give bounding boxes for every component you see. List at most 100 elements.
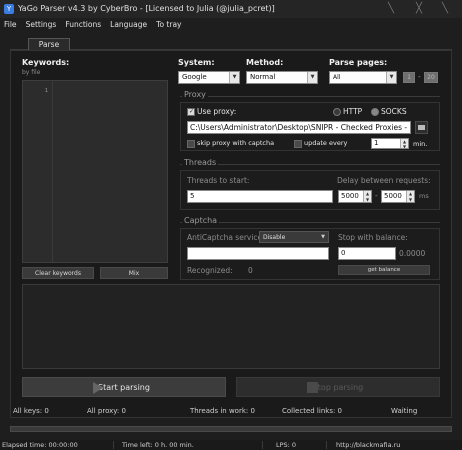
chevron-down-icon: ▼ xyxy=(386,72,396,83)
state-stat: Waiting xyxy=(391,407,418,415)
pages-to-input[interactable]: 20 xyxy=(424,72,438,83)
get-balance-button[interactable]: get balance xyxy=(338,265,430,275)
spinner-arrows-icon[interactable]: ▲ ▼ xyxy=(400,139,408,148)
delay-to-value: 5000 xyxy=(384,192,402,200)
line-numbers: 1 xyxy=(23,81,53,262)
title-bar: Y YaGo Parser v4.3 by CyberBro - [Licens… xyxy=(0,0,462,18)
chevron-down-icon: ▼ xyxy=(307,72,317,83)
pages-mode-select[interactable]: All ▼ xyxy=(329,71,397,84)
elapsed-time: Elapsed time: 00:00:00 xyxy=(2,441,78,449)
delay-from-spinner[interactable]: 5000 ▲ ▼ xyxy=(338,190,372,203)
start-parsing-button[interactable]: Start parsing xyxy=(22,377,226,397)
menu-bar: File Settings Functions Language To tray xyxy=(0,18,462,31)
menu-file[interactable]: File xyxy=(4,20,17,29)
recognized-label: Recognized: xyxy=(187,266,233,275)
stop-icon xyxy=(307,382,318,393)
socks-label: SOCKS xyxy=(381,107,407,116)
window-title: YaGo Parser v4.3 by CyberBro - [Licensed… xyxy=(18,4,275,13)
delay-from-value: 5000 xyxy=(341,192,359,200)
anticaptcha-key-input[interactable] xyxy=(187,247,329,260)
threads-divider: Threads xyxy=(180,158,440,167)
update-every-checkbox[interactable] xyxy=(294,140,302,148)
time-left: Time left: 0 h. 00 min. xyxy=(122,441,194,449)
status-separator xyxy=(262,441,263,449)
tab-parse[interactable]: Parse xyxy=(28,38,70,50)
proxy-divider: Proxy xyxy=(180,90,440,99)
spinner-arrows-icon[interactable]: ▲ ▼ xyxy=(363,191,371,202)
threads-in-work-stat: Threads in work: 0 xyxy=(190,407,255,415)
status-separator xyxy=(326,441,327,449)
keywords-label: Keywords: xyxy=(22,58,70,67)
pages-from-input[interactable]: 1 xyxy=(403,72,415,83)
parse-pages-label: Parse pages: xyxy=(329,58,388,67)
menu-settings[interactable]: Settings xyxy=(26,20,57,29)
http-radio[interactable] xyxy=(333,108,341,116)
method-label: Method: xyxy=(246,58,284,67)
socks-radio[interactable] xyxy=(371,108,379,116)
delay-label: Delay between requests: xyxy=(337,176,431,185)
lps: LPS: 0 xyxy=(276,441,297,449)
captcha-section-title: Captcha xyxy=(182,216,220,225)
delay-range-dash: - xyxy=(375,191,378,200)
keywords-editor[interactable]: 1 xyxy=(22,80,168,263)
stop-balance-input[interactable]: 0 xyxy=(338,247,396,260)
update-interval-value: 1 xyxy=(374,139,379,147)
delay-unit-label: ms xyxy=(419,192,429,200)
delay-to-spinner[interactable]: 5000 ▲ ▼ xyxy=(381,190,415,203)
use-proxy-label: Use proxy: xyxy=(197,107,237,116)
threads-to-start-label: Threads to start: xyxy=(187,176,250,185)
stop-parsing-button: Stop parsing xyxy=(236,377,440,397)
menu-to-tray[interactable]: To tray xyxy=(156,20,181,29)
threads-section-title: Threads xyxy=(182,158,219,167)
collected-links-stat: Collected links: 0 xyxy=(282,407,342,415)
minimize-icon[interactable]: ╲ xyxy=(388,3,394,14)
threads-to-start-input[interactable]: 5 xyxy=(187,190,333,203)
skip-proxy-label: skip proxy with captcha xyxy=(197,139,275,147)
method-value: Normal xyxy=(250,73,276,81)
line-number: 1 xyxy=(44,88,48,94)
chevron-down-icon: ▼ xyxy=(229,72,239,83)
anticaptcha-service-value: Disable xyxy=(263,234,286,241)
spinner-arrows-icon[interactable]: ▲ ▼ xyxy=(406,191,414,202)
pages-range-dash: - xyxy=(418,72,421,81)
close-icon[interactable]: ╲ xyxy=(442,3,448,14)
skip-proxy-checkbox[interactable] xyxy=(187,140,195,148)
menu-language[interactable]: Language xyxy=(110,20,147,29)
anticaptcha-service-select[interactable]: Disable ▼ xyxy=(259,231,329,243)
http-label: HTTP xyxy=(343,107,363,116)
status-separator xyxy=(113,441,114,449)
pages-mode-value: All xyxy=(333,74,341,81)
all-proxy-stat: All proxy: 0 xyxy=(87,407,126,415)
all-keys-stat: All keys: 0 xyxy=(13,407,49,415)
stop-balance-label: Stop with balance: xyxy=(338,233,408,242)
website-link[interactable]: http://blackmafia.ru xyxy=(336,441,400,449)
maximize-icon[interactable]: ╳ xyxy=(416,3,422,14)
balance-value: 0.0000 xyxy=(399,249,426,258)
keywords-hint: by file xyxy=(22,69,41,76)
status-bar: Elapsed time: 00:00:00 Time left: 0 h. 0… xyxy=(0,440,462,450)
start-parsing-label: Start parsing xyxy=(98,383,150,392)
captcha-divider: Captcha xyxy=(180,216,440,225)
update-every-label: update every xyxy=(304,139,348,147)
log-output[interactable] xyxy=(22,284,440,369)
stats-row: All keys: 0 All proxy: 0 Threads in work… xyxy=(10,405,452,417)
progress-bar xyxy=(10,426,452,432)
update-unit-label: min. xyxy=(413,140,428,148)
recognized-value: 0 xyxy=(248,266,253,275)
proxy-section-title: Proxy xyxy=(182,90,208,99)
play-icon xyxy=(93,382,103,394)
proxy-path-input[interactable]: C:\Users\Administrator\Desktop\SNIPR - C… xyxy=(187,121,411,134)
system-select[interactable]: Google ▼ xyxy=(178,71,240,84)
method-select[interactable]: Normal ▼ xyxy=(246,71,318,84)
app-icon: Y xyxy=(4,4,14,14)
system-label: System: xyxy=(178,58,215,67)
anticaptcha-service-label: AntiCaptcha service: xyxy=(187,233,265,242)
clear-keywords-button[interactable]: Clear keywords xyxy=(22,267,94,279)
folder-icon[interactable] xyxy=(415,121,428,134)
update-interval-spinner[interactable]: 1 ▲ ▼ xyxy=(371,138,409,149)
chevron-down-icon: ▼ xyxy=(318,232,328,242)
mix-button[interactable]: Mix xyxy=(100,267,168,279)
stop-parsing-label: Stop parsing xyxy=(312,383,364,392)
use-proxy-checkbox[interactable] xyxy=(187,108,195,116)
menu-functions[interactable]: Functions xyxy=(65,20,101,29)
